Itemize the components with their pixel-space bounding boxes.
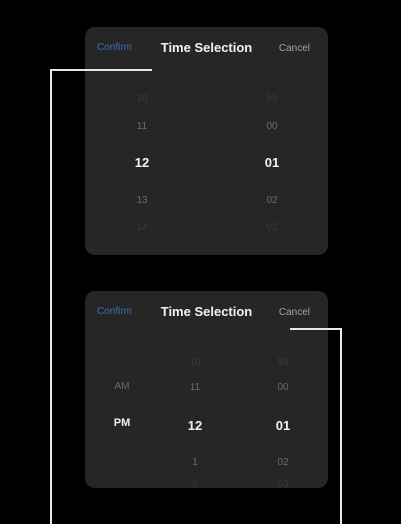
annotation-line-left-vertical — [50, 69, 52, 524]
minute-option[interactable]: 03 — [252, 222, 292, 233]
hour-option[interactable]: 2 — [175, 479, 215, 488]
picker-header: Confirm Time Selection Cancel — [85, 27, 328, 71]
hour-option[interactable]: 10 — [122, 93, 162, 104]
minute-wheel[interactable]: 59 00 01 02 03 — [252, 87, 292, 255]
cancel-button[interactable]: Cancel — [279, 307, 310, 318]
hour-option[interactable]: 11 — [122, 121, 162, 132]
minute-selected[interactable]: 01 — [252, 155, 292, 170]
minute-option[interactable]: 02 — [252, 195, 292, 206]
hour-option[interactable]: 13 — [122, 195, 162, 206]
hour-option[interactable]: 11 — [175, 382, 215, 393]
hour-wheel[interactable]: 10 11 12 13 14 — [122, 87, 162, 255]
hour-selected[interactable]: 12 — [122, 155, 162, 170]
hour-option[interactable]: 10 — [175, 357, 215, 368]
hour-wheel[interactable]: 10 11 12 1 2 — [175, 349, 215, 488]
minute-option[interactable]: 03 — [263, 479, 303, 488]
hour-option[interactable]: 14 — [122, 222, 162, 233]
ampm-selected[interactable]: PM — [102, 417, 142, 429]
ampm-option[interactable]: AM — [102, 381, 142, 392]
ampm-wheel[interactable]: AM PM — [102, 381, 142, 441]
minute-option[interactable]: 59 — [263, 357, 303, 368]
cancel-button[interactable]: Cancel — [279, 43, 310, 54]
minute-selected[interactable]: 01 — [263, 418, 303, 433]
minute-option[interactable]: 00 — [263, 382, 303, 393]
annotation-line-right-vertical — [340, 328, 342, 524]
time-picker-top: Confirm Time Selection Cancel 10 11 12 1… — [85, 27, 328, 255]
minute-option[interactable]: 59 — [252, 93, 292, 104]
minute-option[interactable]: 02 — [263, 457, 303, 468]
minute-option[interactable]: 00 — [252, 121, 292, 132]
time-picker-bottom: Confirm Time Selection Cancel AM PM 10 1… — [85, 291, 328, 488]
annotation-line-right-horizontal — [290, 328, 342, 330]
minute-wheel[interactable]: 59 00 01 02 03 — [263, 349, 303, 488]
hour-selected[interactable]: 12 — [175, 418, 215, 433]
hour-option[interactable]: 1 — [175, 457, 215, 468]
annotation-line-left-horizontal — [50, 69, 152, 71]
